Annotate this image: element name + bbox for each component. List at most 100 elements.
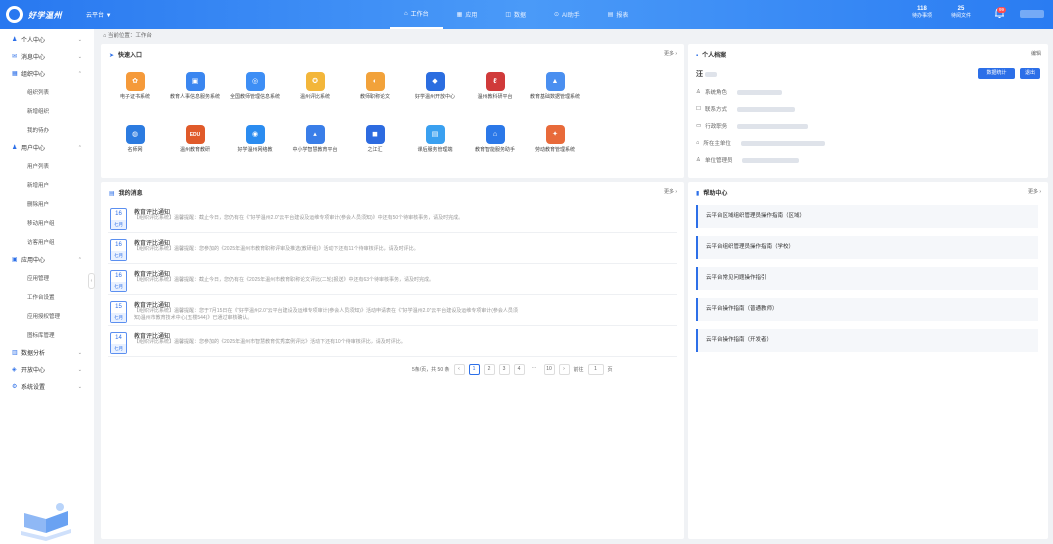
sidebar-group-item[interactable]: ▦ 组织中心 ⌃ [0, 65, 94, 82]
sidebar-sub-item[interactable]: 工作台设置 [0, 287, 94, 306]
collapse-sidebar-button[interactable]: ‹ [88, 273, 95, 289]
chevron-down-icon: ⌄ [77, 383, 82, 390]
nav-apps[interactable]: ▦ 应用 [443, 0, 492, 29]
sidebar-group-item[interactable]: ♟ 个人中心 ⌄ [0, 31, 94, 48]
quick-app[interactable]: ◆ 好学温州开放中心 [410, 72, 460, 100]
prev-page-button[interactable]: ‹ [453, 364, 465, 375]
quick-app[interactable]: ▣ 教育人事信息服务系统 [170, 72, 220, 100]
open-icon: ◈ [12, 367, 17, 373]
message-item[interactable]: 14 七月 教育评比通知 【组织评比系统】温馨提醒：您参加的《2025年温州市智慧教育… [108, 329, 677, 357]
help-item[interactable]: 云平台常见问题操作指引 [696, 267, 1038, 290]
sidebar-group-item[interactable]: ◈ 开放中心 ⌄ [0, 361, 94, 378]
user-avatar[interactable] [1020, 10, 1044, 18]
sidebar-sub-item[interactable]: 图标库管理 [0, 325, 94, 344]
quick-app[interactable]: ⌂ 教育智能服务助手 [470, 125, 520, 153]
grid-icon: ▦ [456, 12, 463, 18]
panel-title-text: 我的消息 [118, 191, 143, 197]
profile-panel: ▪ 个人档案 编辑 汪 数据统计 退出 ♙ 系统角色 ☐ 联系方式 ▭ 行政职务 ⌂ 所在主单位… [688, 44, 1048, 178]
help-item[interactable]: 云平台组织管理员操作指南（学校） [696, 236, 1038, 259]
sidebar-sub-item[interactable]: 用户列表 [0, 156, 94, 175]
quick-app[interactable]: ✪ 温州评比系统 [290, 72, 340, 100]
message-item[interactable]: 16 七月 教育评比通知 【组织评比系统】温馨提醒：截止今日，您仍有在《2025年温州… [108, 267, 677, 295]
sidebar-group-item[interactable]: ♟ 用户中心 ⌃ [0, 139, 94, 156]
nav-label: 应用 [465, 13, 478, 19]
quick-app[interactable]: ◎ 全国教师管理信息系统 [230, 72, 280, 100]
chevron-down-icon: ⌄ [77, 53, 82, 60]
sidebar-sub-item[interactable]: 新增组织 [0, 101, 94, 120]
app-label: 教育人事信息服务系统 [170, 94, 221, 100]
message-item[interactable]: 16 七月 教育评比通知 【组织评比系统】温馨提醒：截止今日，您仍有在《“好学温州2.… [108, 205, 677, 233]
messages-more-link[interactable]: 更多 › [664, 188, 677, 195]
page-button[interactable]: 2 [483, 364, 495, 375]
user-outline-icon: ♙ [696, 157, 701, 163]
page-ellipsis[interactable]: ··· [528, 364, 540, 375]
platform-selector[interactable]: 云平台 ▼ [86, 10, 112, 19]
sidebar-sub-item[interactable]: 删除用户 [0, 194, 94, 213]
app-icon: ✿ [125, 72, 145, 91]
help-item[interactable]: 云平台区域组织管理员操作指南（区域） [696, 205, 1038, 228]
goto-label: 前往 [573, 367, 584, 373]
main-nav: ⌂ 工作台 ▦ 应用 ◫ 数据 ⊙ AI助手 ▤ 报表 [390, 0, 642, 29]
profile-row-label: 行政职务 [705, 124, 728, 130]
quick-app[interactable]: ◐ 教师职称论文 [350, 72, 400, 100]
quick-app[interactable]: ▴ 中小学智慧教育平台 [290, 125, 340, 153]
sidebar-sub-item[interactable]: 新增用户 [0, 175, 94, 194]
nav-workbench[interactable]: ⌂ 工作台 [390, 0, 443, 29]
profile-edit-link[interactable]: 编辑 [1031, 50, 1041, 57]
sidebar-sub-item[interactable]: 应用管理 [0, 268, 94, 287]
rocket-icon: ➤ [109, 53, 115, 59]
exit-button[interactable]: 退出 [1020, 68, 1040, 79]
nav-report[interactable]: ▤ 报表 [594, 0, 643, 29]
help-item[interactable]: 云平台操作指南（普通教师） [696, 298, 1038, 321]
chevron-down-icon: ⌄ [77, 349, 82, 356]
next-page-button[interactable]: › [558, 364, 570, 375]
app-icon: ▲ [545, 72, 565, 91]
app-label: 教师职称论文 [359, 94, 390, 100]
quick-app[interactable]: ◍ 名师网 [110, 125, 160, 153]
goto-page-input[interactable]: 1 [587, 364, 604, 375]
quick-app[interactable]: EDU 温州教育教研 [170, 125, 220, 153]
app-label: 好学温州开放中心 [414, 94, 455, 100]
app-label: 温州评比系统 [299, 94, 330, 100]
help-more-link[interactable]: 更多 › [1028, 188, 1041, 195]
app-icon: ◉ [245, 125, 265, 144]
app-label: 中小学智慧教育平台 [292, 147, 338, 153]
page-button[interactable]: 4 [513, 364, 525, 375]
sidebar-sub-item[interactable]: 应用授权管理 [0, 306, 94, 325]
profile-icon: ▪ [696, 53, 699, 59]
sidebar-sub-item[interactable]: 组织列表 [0, 82, 94, 101]
quick-app[interactable]: ✦ 劳动教育管理系统 [530, 125, 580, 153]
quick-app[interactable]: ℓ 温州教科研平台 [470, 72, 520, 100]
data-stats-button[interactable]: 数据统计 [978, 68, 1015, 79]
sidebar-group-item[interactable]: ▥ 数据分析 ⌄ [0, 344, 94, 361]
chevron-down-icon: ⌄ [77, 366, 82, 373]
nav-data[interactable]: ◫ 数据 [491, 0, 540, 29]
quick-app[interactable]: ◼ 之江汇 [350, 125, 400, 153]
logo-icon[interactable] [6, 6, 23, 23]
quick-more-link[interactable]: 更多 › [664, 50, 677, 57]
page-button[interactable]: 10 [543, 364, 555, 375]
unread-stat[interactable]: 25 待阅文件 [951, 6, 971, 20]
quick-app[interactable]: ◉ 好学温州网络教 [230, 125, 280, 153]
app-icon: ◍ [125, 125, 145, 144]
help-item[interactable]: 云平台操作指南（开发者） [696, 329, 1038, 352]
chart-icon: ▥ [12, 350, 18, 356]
sidebar-group-item[interactable]: ▣ 应用中心 ⌃ [0, 251, 94, 268]
nav-ai[interactable]: ⊙ AI助手 [540, 0, 594, 29]
app-label: 全国教师管理信息系统 [230, 94, 281, 100]
quick-app[interactable]: ▲ 教育基础数据管理系统 [530, 72, 580, 100]
quick-app[interactable]: ✿ 电子证书系统 [110, 72, 160, 100]
users-icon: ♟ [12, 145, 18, 151]
message-item[interactable]: 16 七月 教育评比通知 【组织评比系统】温馨提醒：您参加的《2025年温州市教育职称… [108, 236, 677, 264]
sidebar-sub-item[interactable]: 访客用户组 [0, 232, 94, 251]
message-item[interactable]: 15 七月 教育评比通知 【组织评比系统】温馨提醒：您于7月15日在《“好学温州2.0… [108, 298, 677, 326]
sidebar-sub-item[interactable]: 我的待办 [0, 120, 94, 139]
sidebar-sub-item[interactable]: 移动用户组 [0, 213, 94, 232]
sidebar-group-item[interactable]: ⚙ 系统设置 ⌄ [0, 378, 94, 395]
todo-stat[interactable]: 118 待办事项 [912, 6, 932, 20]
sidebar-group-item[interactable]: ✉ 消息中心 ⌄ [0, 48, 94, 65]
page-button[interactable]: 3 [498, 364, 510, 375]
page-button[interactable]: 1 [468, 364, 480, 375]
data-icon: ◫ [505, 12, 511, 18]
quick-app[interactable]: ▤ 课后服务管理端 [410, 125, 460, 153]
